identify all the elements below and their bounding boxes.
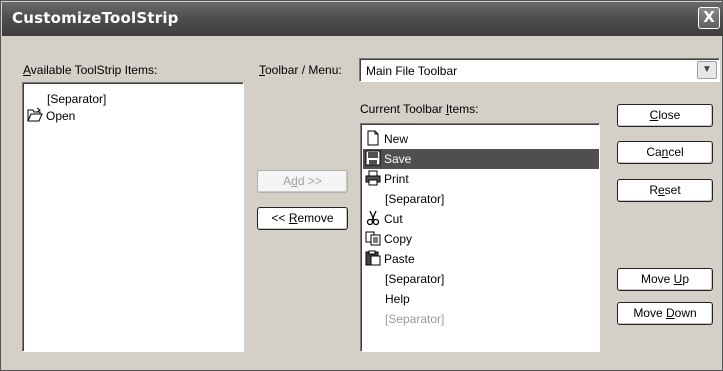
list-item[interactable]: Help	[363, 289, 597, 309]
toolbar-menu-select[interactable]: Main File Toolbar ▼	[359, 58, 720, 82]
reset-button[interactable]: Reset	[617, 179, 713, 202]
cancel-button[interactable]: Cancel	[617, 141, 713, 164]
list-item[interactable]: Save	[363, 149, 599, 169]
dropdown-button[interactable]: ▼	[697, 61, 717, 79]
list-item-label: Paste	[384, 252, 415, 266]
remove-button[interactable]: << Remove	[257, 207, 348, 230]
open-folder-icon	[27, 107, 43, 123]
available-items-label: Available ToolStrip Items:	[23, 63, 158, 77]
close-window-button[interactable]: X	[698, 7, 720, 29]
list-item-label: New	[384, 132, 409, 146]
window-title: CustomizeToolStrip	[12, 9, 179, 27]
copy-icon	[365, 230, 381, 246]
list-item-label: Copy	[384, 232, 413, 246]
list-item[interactable]: [Separator]	[363, 189, 597, 209]
save-disk-icon	[365, 150, 381, 166]
list-item[interactable]: New	[363, 129, 597, 149]
toolbar-menu-selected-value: Main File Toolbar	[366, 64, 458, 78]
list-item-label: Open	[46, 109, 76, 123]
list-item[interactable]: Paste	[363, 249, 597, 269]
list-item-label: [Separator]	[385, 192, 445, 206]
chevron-down-icon: ▼	[702, 64, 712, 75]
list-item-label: [Separator]	[47, 92, 107, 106]
list-item-label: Print	[384, 172, 409, 186]
close-button[interactable]: Close	[617, 104, 713, 127]
list-item-label: Save	[384, 152, 412, 166]
printer-icon	[365, 170, 381, 186]
add-button[interactable]: Add >>	[257, 170, 348, 193]
close-icon: X	[703, 8, 715, 26]
list-item-label: Cut	[384, 212, 403, 226]
list-item-label: [Separator]	[385, 312, 445, 326]
list-item-label: Help	[385, 292, 410, 306]
current-items-list[interactable]: New Save Print [Separator] Cut Copy Past…	[360, 123, 600, 352]
new-document-icon	[365, 130, 381, 146]
toolbar-menu-label: Toolbar / Menu:	[259, 63, 342, 77]
move-up-button[interactable]: Move Up	[617, 268, 713, 291]
move-down-button[interactable]: Move Down	[617, 302, 713, 325]
list-item[interactable]: Print	[363, 169, 597, 189]
list-item[interactable]: Cut	[363, 209, 597, 229]
title-bar[interactable]: CustomizeToolStrip X	[2, 2, 723, 36]
customize-toolstrip-dialog: CustomizeToolStrip X Available ToolStrip…	[0, 0, 723, 371]
paste-icon	[365, 250, 381, 266]
list-item[interactable]: [Separator]	[363, 309, 597, 329]
list-item[interactable]: Copy	[363, 229, 597, 249]
scissors-icon	[365, 210, 381, 226]
list-item-label: [Separator]	[385, 272, 445, 286]
list-item[interactable]: [Separator]	[363, 269, 597, 289]
list-item[interactable]: Open	[25, 106, 75, 126]
available-items-list[interactable]: [Separator] Open	[22, 82, 244, 352]
current-items-label: Current Toolbar Items:	[360, 102, 479, 116]
